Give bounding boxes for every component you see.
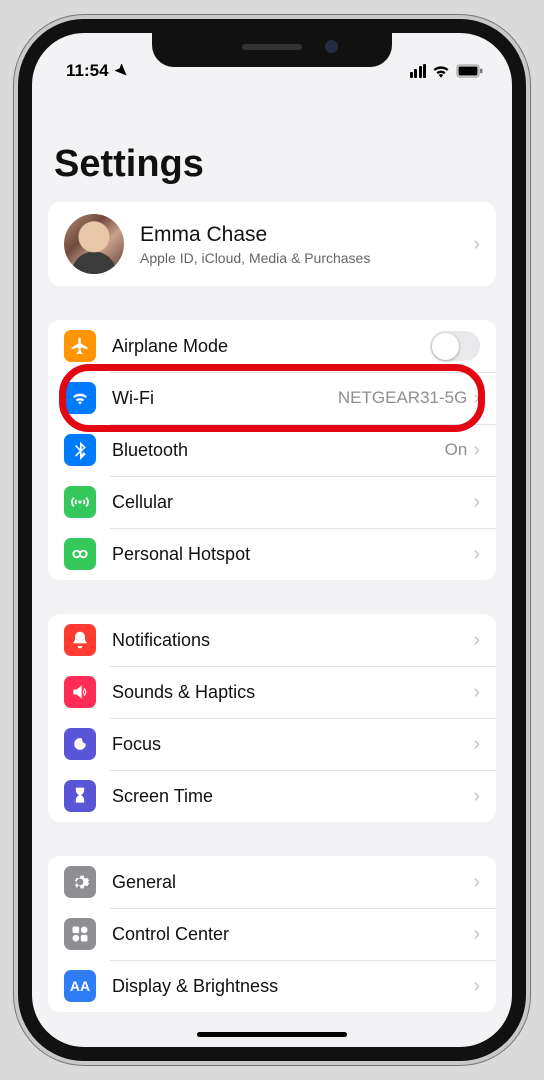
airplane-mode-toggle[interactable] [430, 331, 480, 361]
hotspot-label: Personal Hotspot [112, 544, 473, 565]
wifi-icon [64, 382, 96, 414]
focus-row[interactable]: Focus › [48, 718, 496, 770]
display-label: Display & Brightness [112, 976, 473, 997]
chevron-right-icon: › [473, 543, 480, 566]
sounds-icon [64, 676, 96, 708]
control-center-icon [64, 918, 96, 950]
page-title: Settings [32, 143, 512, 202]
bluetooth-icon [64, 434, 96, 466]
chevron-right-icon: › [473, 871, 480, 894]
profile-group: Emma Chase Apple ID, iCloud, Media & Pur… [48, 202, 496, 286]
bluetooth-row[interactable]: Bluetooth On › [48, 424, 496, 476]
airplane-mode-row[interactable]: Airplane Mode [48, 320, 496, 372]
display-icon: AA [64, 970, 96, 1002]
wifi-detail: NETGEAR31-5G [338, 388, 467, 408]
control-center-label: Control Center [112, 924, 473, 945]
chevron-right-icon: › [473, 387, 480, 410]
general-group: General › Control Center › AA Display & … [48, 856, 496, 1012]
screen-time-row[interactable]: Screen Time › [48, 770, 496, 822]
chevron-right-icon: › [473, 975, 480, 998]
cellular-label: Cellular [112, 492, 473, 513]
chevron-right-icon: › [473, 923, 480, 946]
profile-subtitle: Apple ID, iCloud, Media & Purchases [140, 250, 457, 266]
chevron-right-icon: › [473, 439, 480, 462]
home-indicator[interactable] [197, 1032, 347, 1037]
general-label: General [112, 872, 473, 893]
battery-icon [456, 64, 484, 78]
wifi-row[interactable]: Wi-Fi NETGEAR31-5G › [48, 372, 496, 424]
chevron-right-icon: › [473, 491, 480, 514]
hotspot-icon [64, 538, 96, 570]
bluetooth-label: Bluetooth [112, 440, 445, 461]
airplane-mode-label: Airplane Mode [112, 336, 430, 357]
connectivity-group: Airplane Mode Wi-Fi NETGEAR31-5G › Bluet… [48, 320, 496, 580]
focus-icon [64, 728, 96, 760]
general-row[interactable]: General › [48, 856, 496, 908]
chevron-right-icon: › [473, 681, 480, 704]
cell-signal-icon [410, 64, 427, 78]
general-icon [64, 866, 96, 898]
profile-row[interactable]: Emma Chase Apple ID, iCloud, Media & Pur… [48, 202, 496, 286]
notifications-label: Notifications [112, 630, 473, 651]
phone-frame: 11:54 Settings Emma Chase Apple ID, iClo… [18, 19, 526, 1061]
status-time: 11:54 [66, 61, 109, 81]
cellular-icon [64, 486, 96, 518]
screen-time-icon [64, 780, 96, 812]
focus-label: Focus [112, 734, 473, 755]
screen-time-label: Screen Time [112, 786, 473, 807]
sounds-row[interactable]: Sounds & Haptics › [48, 666, 496, 718]
hotspot-row[interactable]: Personal Hotspot › [48, 528, 496, 580]
airplane-icon [64, 330, 96, 362]
settings-screen: Settings Emma Chase Apple ID, iCloud, Me… [32, 33, 512, 1047]
notifications-icon [64, 624, 96, 656]
profile-name: Emma Chase [140, 223, 457, 247]
display-row[interactable]: AA Display & Brightness › [48, 960, 496, 1012]
chevron-right-icon: › [473, 629, 480, 652]
notifications-group: Notifications › Sounds & Haptics › Focus… [48, 614, 496, 822]
sounds-label: Sounds & Haptics [112, 682, 473, 703]
chevron-right-icon: › [473, 785, 480, 808]
wifi-status-icon [432, 64, 450, 78]
notch [152, 31, 392, 67]
bluetooth-detail: On [445, 440, 468, 460]
chevron-right-icon: › [473, 733, 480, 756]
notifications-row[interactable]: Notifications › [48, 614, 496, 666]
location-icon [115, 64, 129, 78]
cellular-row[interactable]: Cellular › [48, 476, 496, 528]
control-center-row[interactable]: Control Center › [48, 908, 496, 960]
chevron-right-icon: › [473, 233, 480, 256]
wifi-label: Wi-Fi [112, 388, 338, 409]
avatar [64, 214, 124, 274]
